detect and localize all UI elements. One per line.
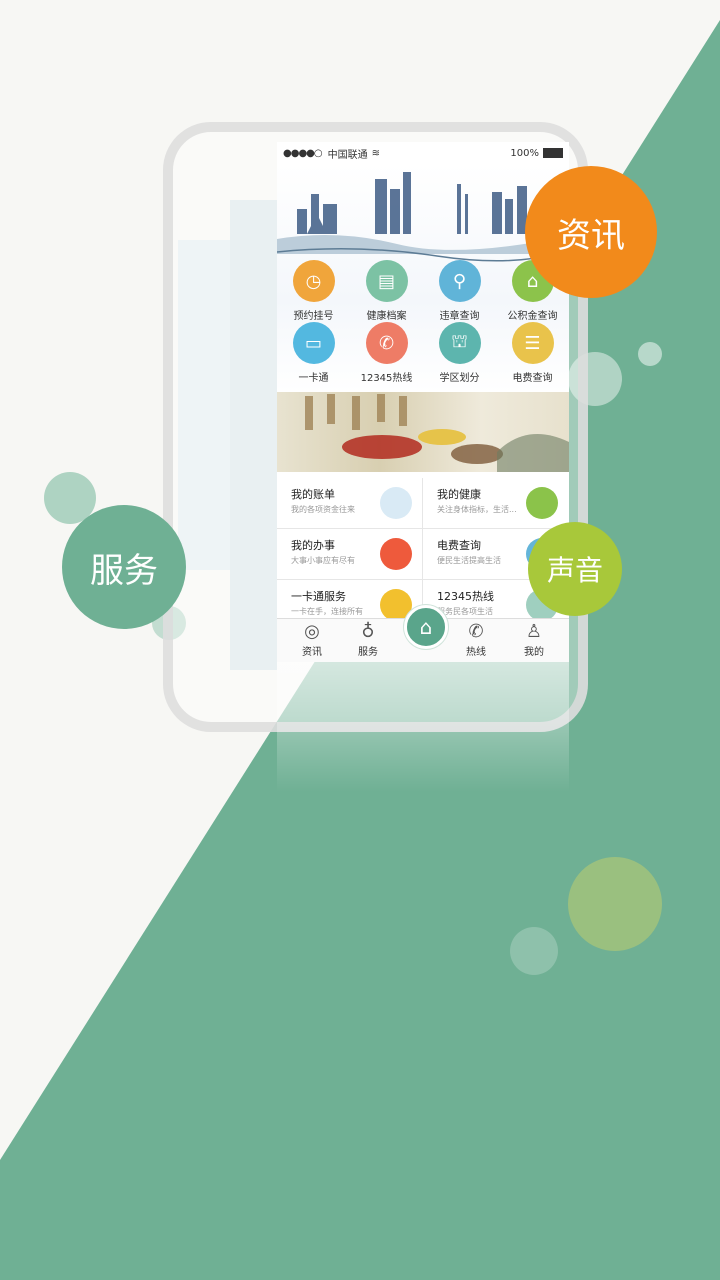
home-icon: ⌂: [419, 615, 433, 639]
clock-icon: ◷: [292, 260, 335, 302]
decor-circle: [568, 857, 662, 951]
signal-icon: ●●●●○: [283, 147, 323, 159]
wifi-icon: ≋: [371, 147, 381, 159]
decor-circle: [638, 342, 662, 366]
card-title: 一卡通服务: [291, 590, 346, 603]
bulb-icon: ♁: [361, 621, 375, 642]
badge-voice: 声音: [528, 522, 622, 616]
card-title: 我的办事: [291, 539, 335, 552]
grid-label: 学区划分: [439, 373, 480, 384]
card-subtitle: 大事小事应有尽有: [291, 556, 355, 565]
carrier-label: 中国联通: [327, 149, 368, 161]
grid-item-card[interactable]: ▭ 一卡通: [277, 322, 350, 384]
battery-label: 100%: [510, 147, 539, 159]
grid-label: 一卡通: [298, 373, 329, 384]
card-subtitle: 服务民各项生活: [437, 607, 493, 616]
card-subtitle: 一卡在手，连接所有: [291, 607, 363, 616]
home-button[interactable]: ⌂: [404, 605, 448, 649]
grid-item-health-record[interactable]: ▤ 健康档案: [350, 260, 423, 322]
tab-label: 服务: [358, 647, 378, 658]
promo-banner[interactable]: [277, 392, 569, 472]
tab-hotline[interactable]: ✆ 热线: [447, 621, 505, 658]
bottom-tab-bar: ◎ 资讯 ♁ 服务 ⌂ ✆ 热线 ♙ 我的: [277, 605, 569, 662]
grid-item-hotline[interactable]: ✆ 12345热线: [350, 322, 423, 384]
grid-item-appointment[interactable]: ◷ 预约挂号: [277, 260, 350, 322]
decor-circle: [510, 927, 558, 975]
tab-mine[interactable]: ♙ 我的: [505, 621, 563, 658]
card-title: 我的账单: [291, 488, 335, 501]
herbal-banner-illustration: [305, 394, 569, 472]
card-my-affairs[interactable]: 我的办事 大事小事应有尽有: [277, 529, 423, 580]
card-my-health[interactable]: 我的健康 关注身体指标，生活...: [423, 478, 568, 529]
folder-icon: ▤: [365, 260, 408, 302]
grid-item-electricity[interactable]: ☰ 电费查询: [496, 322, 569, 384]
balloon-icon: [380, 538, 412, 570]
grid-label: 违章查询: [439, 311, 480, 322]
card-subtitle: 关注身体指标，生活...: [437, 505, 517, 514]
tab-label: 资讯: [302, 647, 322, 658]
tab-label: 我的: [524, 647, 544, 658]
bill-illustration-icon: [380, 487, 412, 519]
card-subtitle: 我的各项资金往来: [291, 505, 355, 514]
grid-label: 电费查询: [512, 373, 553, 384]
screen-reflection: [277, 662, 569, 792]
ghost-screen-left: [178, 240, 230, 570]
card-title: 电费查询: [437, 539, 481, 552]
grid-item-violation-query[interactable]: ⚲ 违章查询: [423, 260, 496, 322]
badge-label: 服务: [90, 550, 158, 591]
grid-label: 健康档案: [366, 311, 407, 322]
car-search-icon: ⚲: [438, 260, 481, 302]
grid-label: 12345热线: [360, 373, 413, 384]
grid-label: 预约挂号: [293, 311, 334, 322]
grid-item-school-district[interactable]: ⛫ 学区划分: [423, 322, 496, 384]
card-subtitle: 便民生活提高生活: [437, 556, 501, 565]
card-title: 12345热线: [437, 590, 494, 603]
phone-icon: ✆: [365, 322, 408, 364]
person-icon: ♙: [525, 621, 543, 642]
card-icon: ▭: [292, 322, 335, 364]
lightning-icon: [526, 487, 558, 519]
globe-icon: ◎: [304, 621, 320, 642]
badge-label: 资讯: [557, 215, 625, 256]
card-my-bill[interactable]: 我的账单 我的各项资金往来: [277, 478, 423, 529]
badge-service: 服务: [62, 505, 186, 629]
phone-icon: ✆: [468, 621, 484, 642]
school-icon: ⛫: [438, 322, 481, 364]
grid-label: 公积金查询: [507, 311, 558, 322]
battery-icon: [543, 148, 563, 158]
tab-service[interactable]: ♁ 服务: [339, 621, 397, 658]
badge-label: 声音: [546, 554, 603, 587]
bill-icon: ☰: [511, 322, 554, 364]
card-title: 我的健康: [437, 488, 481, 501]
tab-label: 热线: [466, 647, 486, 658]
ghost-screen-mid: [230, 200, 277, 670]
status-bar: ●●●●○ 中国联通 ≋ 100%: [277, 142, 569, 164]
tab-news[interactable]: ◎ 资讯: [283, 621, 341, 658]
badge-news: 资讯: [525, 166, 657, 298]
